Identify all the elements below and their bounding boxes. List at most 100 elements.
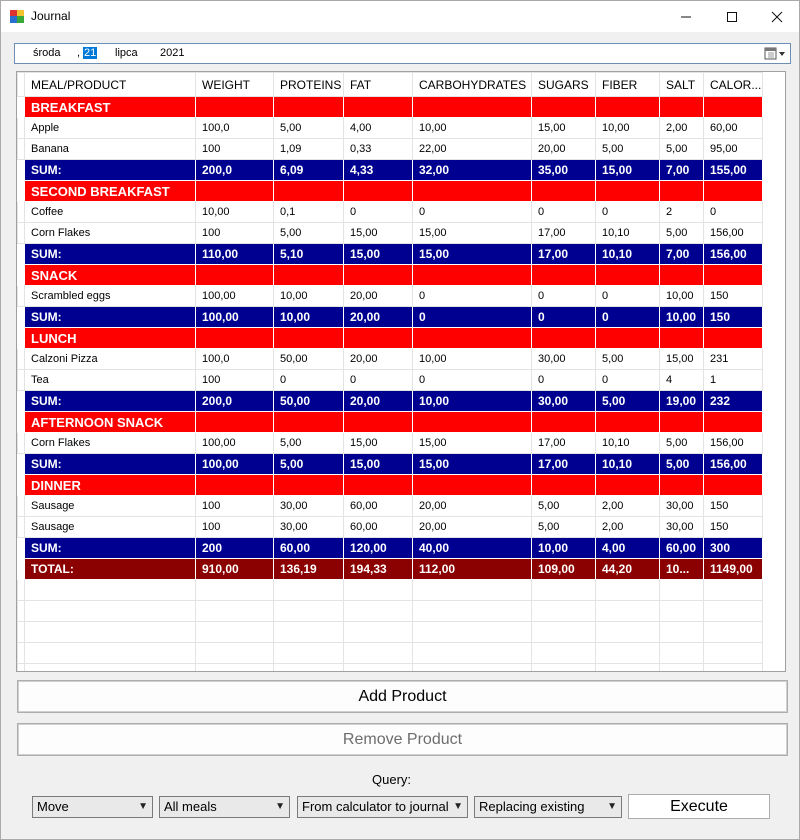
table-cell[interactable] (703, 411, 763, 433)
table-row[interactable]: Corn Flakes 100 5,00 15,00 15,00 17,00 10,10 5,… (17, 222, 763, 244)
table-cell[interactable]: TOTAL: (24, 558, 196, 580)
table-cell[interactable]: 30,00 (531, 390, 596, 412)
table-cell[interactable]: 30,00 (659, 495, 704, 517)
table-cell[interactable]: 32,00 (412, 159, 532, 181)
table-cell[interactable]: 2 (659, 201, 704, 223)
table-cell[interactable]: 7,00 (659, 159, 704, 181)
row-header[interactable] (17, 495, 25, 517)
table-cell[interactable]: 10,10 (595, 453, 660, 475)
table-cell[interactable] (273, 96, 344, 118)
table-cell[interactable]: 0 (273, 369, 344, 391)
column-header-2[interactable]: PROTEINS (273, 72, 344, 97)
table-cell[interactable] (531, 411, 596, 433)
sum-row[interactable]: SUM: 200 60,00 120,00 40,00 10,00 4,00 60,00 300 (17, 537, 763, 559)
table-cell[interactable]: 15,00 (412, 243, 532, 265)
table-cell[interactable]: 5,00 (273, 432, 344, 454)
row-header[interactable] (17, 474, 25, 496)
table-cell[interactable]: SUM: (24, 243, 196, 265)
date-year[interactable]: 2021 (160, 47, 184, 59)
table-cell[interactable]: BREAKFAST (24, 96, 196, 118)
table-cell[interactable] (659, 327, 704, 349)
row-header[interactable] (17, 96, 25, 118)
table-cell[interactable] (595, 411, 660, 433)
table-cell[interactable]: 15,00 (343, 243, 413, 265)
table-cell[interactable]: 40,00 (412, 537, 532, 559)
sum-row[interactable]: SUM: 100,00 5,00 15,00 15,00 17,00 10,10 5,00 15… (17, 453, 763, 475)
journal-grid[interactable]: MEAL/PRODUCT WEIGHT PROTEINS FAT CARBOHYDRAT… (16, 71, 786, 672)
table-cell[interactable]: 10,00 (412, 117, 532, 139)
table-cell[interactable]: 0 (595, 306, 660, 328)
table-row[interactable]: Sausage 100 30,00 60,00 20,00 5,00 2,00 30,00 15… (17, 495, 763, 517)
column-header-5[interactable]: SUGARS (531, 72, 596, 97)
table-cell[interactable]: 10,10 (595, 243, 660, 265)
table-cell[interactable]: 0 (412, 285, 532, 307)
table-cell[interactable]: 22,00 (412, 138, 532, 160)
table-cell[interactable]: 0 (595, 201, 660, 223)
table-cell[interactable]: 10,10 (595, 222, 660, 244)
calendar-dropdown-button[interactable] (764, 46, 786, 61)
table-cell[interactable]: 17,00 (531, 222, 596, 244)
table-cell[interactable]: 20,00 (412, 495, 532, 517)
table-cell[interactable]: Calzoni Pizza (24, 348, 196, 370)
table-cell[interactable] (195, 474, 274, 496)
table-cell[interactable] (703, 327, 763, 349)
table-cell[interactable]: 0 (703, 201, 763, 223)
table-cell[interactable]: Sausage (24, 516, 196, 538)
table-cell[interactable]: 156,00 (703, 222, 763, 244)
table-cell[interactable]: 95,00 (703, 138, 763, 160)
table-cell[interactable] (531, 96, 596, 118)
table-cell[interactable]: SUM: (24, 159, 196, 181)
table-cell[interactable]: 100,00 (195, 306, 274, 328)
table-cell[interactable] (531, 474, 596, 496)
table-cell[interactable] (343, 327, 413, 349)
column-header-1[interactable]: WEIGHT (195, 72, 274, 97)
column-header-7[interactable]: SALT (659, 72, 704, 97)
table-cell[interactable] (195, 327, 274, 349)
table-cell[interactable] (273, 180, 344, 202)
execute-button[interactable]: Execute (628, 794, 770, 819)
table-cell[interactable]: SECOND BREAKFAST (24, 180, 196, 202)
table-cell[interactable]: 17,00 (531, 243, 596, 265)
row-header[interactable] (17, 243, 25, 265)
table-cell[interactable] (703, 96, 763, 118)
table-cell[interactable]: 5,00 (659, 138, 704, 160)
minimize-button[interactable] (663, 1, 709, 32)
table-cell[interactable]: SUM: (24, 453, 196, 475)
table-cell[interactable] (595, 474, 660, 496)
table-cell[interactable]: 15,00 (412, 222, 532, 244)
table-cell[interactable]: SUM: (24, 390, 196, 412)
table-cell[interactable] (412, 264, 532, 286)
table-row[interactable]: Scrambled eggs 100,00 10,00 20,00 0 0 0 10,00 15… (17, 285, 763, 307)
table-cell[interactable]: 0 (595, 369, 660, 391)
table-cell[interactable] (703, 264, 763, 286)
row-header[interactable] (17, 390, 25, 412)
table-cell[interactable]: 10,00 (195, 201, 274, 223)
table-cell[interactable] (595, 96, 660, 118)
table-cell[interactable]: 5,00 (595, 138, 660, 160)
date-picker[interactable]: środa , 21 lipca 2021 (14, 43, 791, 64)
table-cell[interactable]: 155,00 (703, 159, 763, 181)
table-cell[interactable] (595, 180, 660, 202)
table-cell[interactable]: 10,00 (659, 285, 704, 307)
meal-header-row[interactable]: DINNER (17, 474, 763, 496)
table-cell[interactable]: 5,00 (659, 432, 704, 454)
table-cell[interactable]: 15,00 (595, 159, 660, 181)
table-cell[interactable]: 200,0 (195, 390, 274, 412)
table-cell[interactable]: 0,1 (273, 201, 344, 223)
table-row[interactable]: Sausage 100 30,00 60,00 20,00 5,00 2,00 30,00 15… (17, 516, 763, 538)
table-cell[interactable]: Coffee (24, 201, 196, 223)
date-day[interactable]: 21 (83, 47, 98, 59)
table-cell[interactable] (595, 327, 660, 349)
table-cell[interactable]: 194,33 (343, 558, 413, 580)
table-cell[interactable] (412, 180, 532, 202)
table-cell[interactable]: 0 (412, 369, 532, 391)
row-header[interactable] (17, 327, 25, 349)
row-header[interactable] (17, 306, 25, 328)
row-header[interactable] (17, 117, 25, 139)
table-cell[interactable]: 1 (703, 369, 763, 391)
table-cell[interactable]: Corn Flakes (24, 432, 196, 454)
table-cell[interactable]: 100,0 (195, 348, 274, 370)
table-cell[interactable]: 1149,00 (703, 558, 763, 580)
table-cell[interactable] (531, 180, 596, 202)
table-cell[interactable]: LUNCH (24, 327, 196, 349)
